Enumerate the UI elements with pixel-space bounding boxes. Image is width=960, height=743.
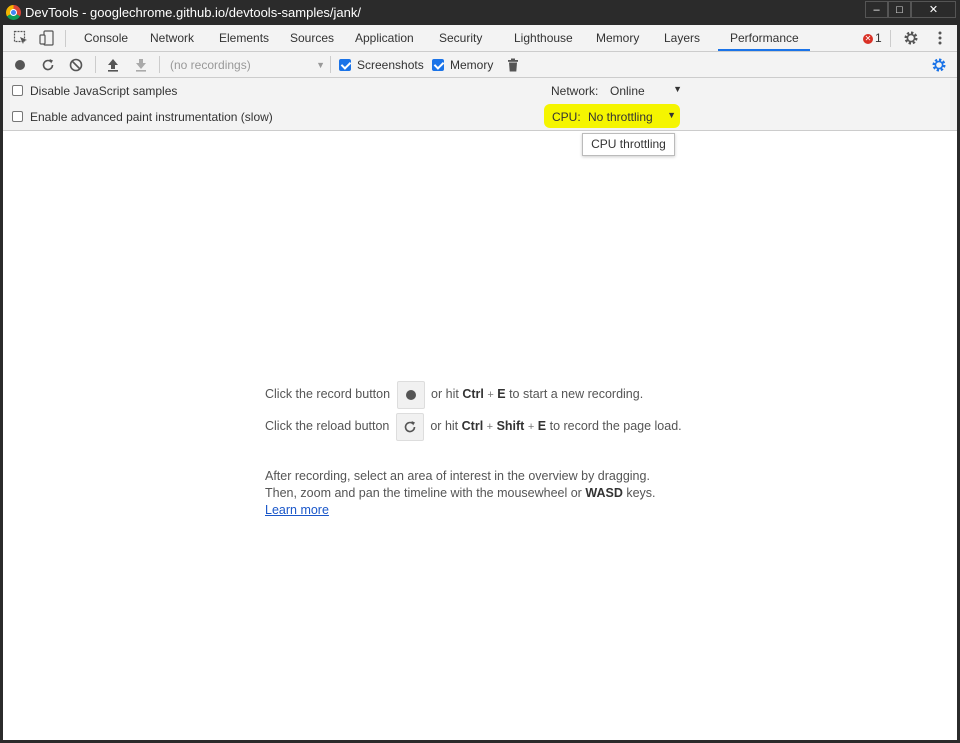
tab-application[interactable]: Application [355,25,414,51]
tab-sources[interactable]: Sources [290,25,334,51]
reload-icon[interactable] [40,57,56,73]
checkbox-box[interactable] [339,59,351,71]
disable-js-samples-checkbox[interactable]: Disable JavaScript samples [12,83,177,99]
title-bar: DevTools - googlechrome.github.io/devtoo… [0,0,960,25]
error-count-badge[interactable]: ✕ 1 [863,31,882,45]
record-icon[interactable] [12,57,28,73]
upload-icon[interactable] [105,57,121,73]
chrome-logo-icon [6,5,21,20]
window-title: DevTools - googlechrome.github.io/devtoo… [25,5,362,20]
settings-gear-icon[interactable] [903,30,919,46]
memory-checkbox[interactable]: Memory [432,57,493,73]
chevron-down-icon: ▼ [316,60,325,70]
reload-icon [404,420,416,433]
cpu-throttling-label: CPU: [552,110,581,124]
trash-icon[interactable] [505,57,521,73]
toolbar-separator [95,56,96,73]
minimize-button[interactable]: – [865,1,888,18]
capture-settings-panel: Disable JavaScript samples Enable advanc… [3,78,957,131]
toolbar-separator [159,56,160,73]
tab-separator [65,30,66,47]
advanced-paint-checkbox[interactable]: Enable advanced paint instrumentation (s… [12,109,273,125]
chevron-down-icon: ▼ [667,110,676,120]
reload-record-button[interactable] [395,412,424,441]
screenshots-checkbox[interactable]: Screenshots [339,57,424,73]
after-recording-text: After recording, select an area of inter… [265,469,650,483]
maximize-button[interactable]: □ [888,1,911,18]
close-button[interactable]: ✕ [911,1,956,18]
performance-toolbar: (no recordings) ▼ Screenshots Memory [3,52,957,78]
error-count: 1 [875,31,882,45]
tab-elements[interactable]: Elements [219,25,269,51]
tab-memory[interactable]: Memory [596,25,639,51]
tab-security[interactable]: Security [439,25,482,51]
toolbar-separator [330,56,331,73]
checkbox-box[interactable] [12,111,23,122]
zoom-pan-text: Then, zoom and pan the timeline with the… [265,486,656,500]
network-throttling-select[interactable]: Online ▼ [610,84,682,98]
tab-network[interactable]: Network [150,25,194,51]
cpu-throttling-tooltip: CPU throttling [582,133,675,156]
network-throttling-label: Network: [551,84,599,98]
recordings-select[interactable]: (no recordings) ▼ [163,56,327,74]
cpu-throttling-select[interactable]: No throttling ▼ [588,110,676,124]
tab-layers[interactable]: Layers [664,25,700,51]
chevron-down-icon: ▼ [673,84,682,94]
devtools-window: DevTools - googlechrome.github.io/devtoo… [0,0,960,743]
checkbox-box[interactable] [432,59,444,71]
record-button[interactable] [396,380,425,409]
download-icon[interactable] [133,57,149,73]
device-toolbar-icon[interactable] [39,30,55,46]
checkbox-box[interactable] [12,85,23,96]
tab-lighthouse[interactable]: Lighthouse [514,25,573,51]
tab-separator [890,30,891,47]
tab-console[interactable]: Console [84,25,128,51]
panel-tab-bar: Console Network Elements Sources Applica… [3,25,957,52]
learn-more-link[interactable]: Learn more [265,503,329,517]
tab-performance[interactable]: Performance [718,25,810,51]
more-vertical-icon[interactable] [932,30,948,46]
inspect-element-icon[interactable] [13,30,29,46]
devtools-frame: Console Network Elements Sources Applica… [3,25,957,740]
clear-icon[interactable] [68,57,84,73]
capture-settings-icon[interactable] [931,57,947,73]
record-icon [405,389,416,400]
reload-instruction: Click the reload button or hit Ctrl + Sh… [265,412,682,441]
record-instruction: Click the record button or hit Ctrl + E … [265,380,643,409]
error-icon: ✕ [863,33,873,44]
